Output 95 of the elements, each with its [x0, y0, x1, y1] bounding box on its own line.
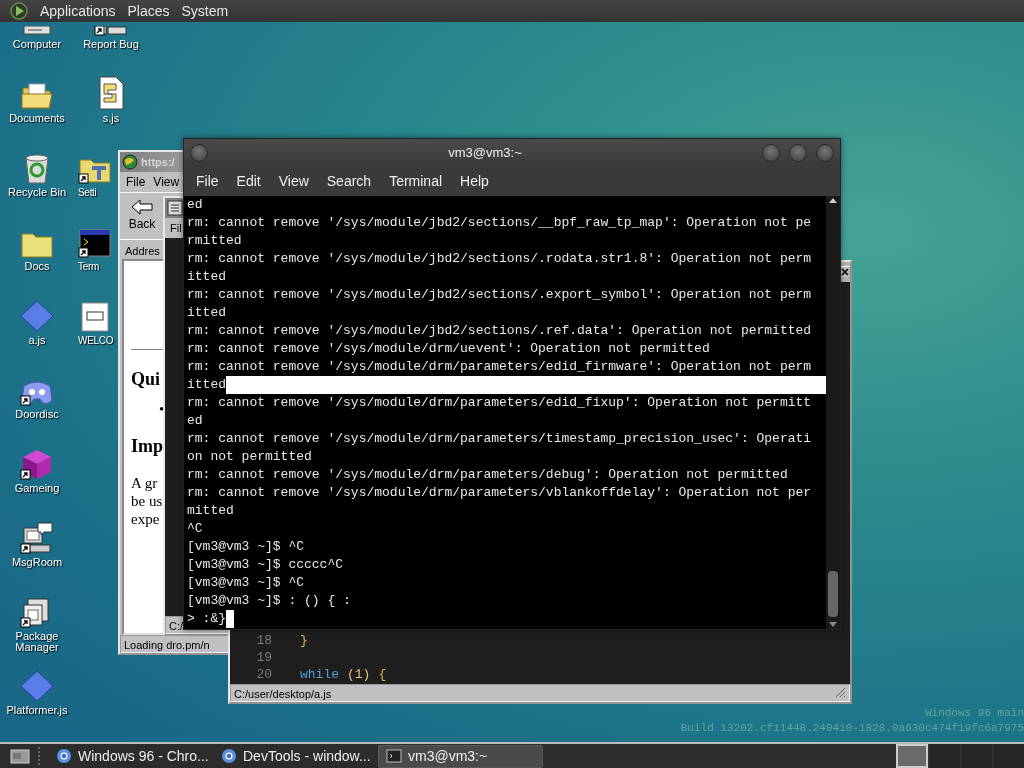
- terminal-text: rm: cannot remove '/sys/module/drm/parameters/debug': Operation not permitted: [187, 466, 788, 484]
- build-info-text: Windows 96 main: [923, 706, 1024, 721]
- menu-item[interactable]: File: [126, 173, 146, 191]
- back-arrow-icon: [131, 199, 153, 215]
- paragraph-text: A gr: [131, 473, 159, 492]
- icon-label[interactable]: Documents: [9, 113, 65, 124]
- paragraph-text: be us: [131, 491, 163, 510]
- icon-label[interactable]: Package Manager: [2, 631, 72, 653]
- page-heading: Qui: [131, 368, 160, 390]
- panel-menu[interactable]: System: [181, 0, 229, 22]
- terminal-text: ^C: [187, 520, 203, 538]
- terminal-text: ed: [187, 412, 203, 430]
- terminal-text: rm: cannot remove '/sys/module/drm/parameters/edid_fixup': Operation not permitt: [187, 394, 812, 412]
- terminal-text: on not permitted: [187, 448, 312, 466]
- icon-label[interactable]: Term: [78, 261, 100, 272]
- window-title: https:/: [141, 154, 175, 170]
- panel-menu[interactable]: Places: [127, 0, 170, 22]
- terminal-text: rm: cannot remove '/sys/module/drm/parameters/edid_firmware': Operation not perm: [187, 358, 812, 376]
- menu-item[interactable]: File: [187, 170, 228, 192]
- code-text: }: [300, 632, 308, 649]
- page-heading: Imp: [131, 434, 163, 457]
- terminal-text: [vm3@vm3 ~]$ ^C: [187, 538, 305, 556]
- show-desktop-icon[interactable]: [8, 746, 32, 766]
- terminal-text: > :&}: [187, 610, 226, 628]
- taskbar-button[interactable]: DevTools - window...: [213, 744, 378, 768]
- menu-item[interactable]: Fil: [170, 219, 182, 237]
- status-text: C:/user/desktop/a.js: [234, 687, 332, 700]
- terminal-text: rm: cannot remove '/sys/module/drm/parameters/timestamp_precision_usec': Operati: [187, 430, 812, 448]
- menu-logo-icon[interactable]: [10, 2, 28, 20]
- icon-label[interactable]: MsgRoom: [11, 557, 63, 568]
- terminal-text: [vm3@vm3 ~]$ ccccc^C: [187, 556, 344, 574]
- computer-icon[interactable]: [20, 26, 54, 36]
- panel-menu[interactable]: Applications: [40, 0, 116, 22]
- terminal-text: rm: cannot remove '/sys/module/jbd2/sections/.export_symbol': Operation not perm: [187, 286, 812, 304]
- scroll-up-icon[interactable]: [828, 196, 838, 204]
- icon-label[interactable]: Docs: [24, 261, 50, 272]
- menu-item[interactable]: View: [153, 173, 180, 191]
- icon-label[interactable]: Setti: [78, 187, 97, 198]
- line-number: 20: [255, 666, 272, 683]
- menu-item[interactable]: Search: [317, 170, 381, 192]
- shortcut-cube-icon[interactable]: [20, 448, 54, 480]
- shortcut-controller-icon[interactable]: [20, 378, 54, 406]
- browser-icon: [56, 748, 72, 764]
- paragraph-text: expe: [131, 509, 161, 528]
- taskbar-button[interactable]: vm3@vm3:~: [378, 744, 543, 768]
- folder-icon[interactable]: [20, 230, 54, 258]
- terminal-text: rm: cannot remove '/sys/module/drm/uevent': Operation not permitted: [187, 340, 710, 358]
- shortcut-report-icon[interactable]: [94, 26, 128, 36]
- icon-label[interactable]: a.js: [28, 335, 46, 346]
- scroll-thumb[interactable]: [828, 571, 838, 617]
- icon-label[interactable]: Report Bug: [83, 39, 139, 50]
- icon-label[interactable]: Recycle Bin: [7, 187, 67, 198]
- terminal-text: itted: [187, 268, 226, 286]
- list-bullet: •: [158, 400, 165, 419]
- scroll-down-icon[interactable]: [828, 621, 838, 629]
- terminal-text: rm: cannot remove '/sys/module/jbd2/sections/.ref.data': Operation not permitted: [187, 322, 812, 340]
- icon-label[interactable]: Doordisc: [15, 409, 59, 420]
- menu-item[interactable]: Terminal: [380, 170, 452, 192]
- globe-icon: [122, 154, 138, 170]
- shortcut-chat-computer-icon[interactable]: [20, 522, 54, 554]
- folder-open-icon[interactable]: [20, 80, 54, 110]
- line-number: 19: [255, 649, 272, 666]
- line-number: 18: [255, 632, 272, 649]
- terminal-text: [vm3@vm3 ~]$ : () { :: [187, 592, 351, 610]
- terminal-text: rm: cannot remove '/sys/module/drm/parameters/vblankoffdelay': Operation not per: [187, 484, 812, 502]
- code-text: while: [300, 666, 339, 683]
- browser-icon: [221, 748, 237, 764]
- terminal-text: [vm3@vm3 ~]$ ^C: [187, 574, 305, 592]
- terminal-text: itted: [187, 376, 226, 394]
- terminal-text: mitted: [187, 502, 234, 520]
- minimize-button[interactable]: [762, 143, 780, 162]
- resize-grip-icon[interactable]: [834, 686, 846, 698]
- icon-label[interactable]: Gameing: [14, 483, 60, 494]
- terminal-text: rm: cannot remove '/sys/module/jbd2/sections/__bpf_raw_tp_map': Operation not pe: [187, 214, 812, 232]
- icon-label[interactable]: WELCO: [78, 335, 114, 346]
- window-menu-button[interactable]: [190, 143, 208, 162]
- menu-item[interactable]: View: [269, 170, 318, 192]
- taskbar-button[interactable]: Windows 96 - Chro...: [48, 744, 213, 768]
- menu-item[interactable]: Help: [451, 170, 498, 192]
- close-icon: [841, 268, 849, 276]
- shortcut-terminal-icon[interactable]: [78, 228, 112, 258]
- scrollbar[interactable]: [826, 196, 840, 629]
- icon-label[interactable]: Platformer.js: [6, 705, 68, 716]
- icon-label[interactable]: s.js: [102, 113, 120, 124]
- document-icon[interactable]: [78, 302, 112, 332]
- icon-label[interactable]: Computer: [12, 39, 62, 50]
- build-info-text: Build 13202.cf11448.240410-1828.0a630c474f19fc6a7975: [680, 721, 1024, 736]
- code-text: (1): [347, 666, 371, 683]
- window-title: vm3@vm3:~: [447, 143, 523, 162]
- menu-item[interactable]: Edit: [227, 170, 270, 192]
- code-text: {: [378, 666, 387, 683]
- terminal-text: itted: [187, 304, 226, 322]
- terminal-icon: [386, 749, 402, 763]
- terminal-text: ed: [187, 196, 203, 214]
- maximize-button[interactable]: [789, 143, 807, 162]
